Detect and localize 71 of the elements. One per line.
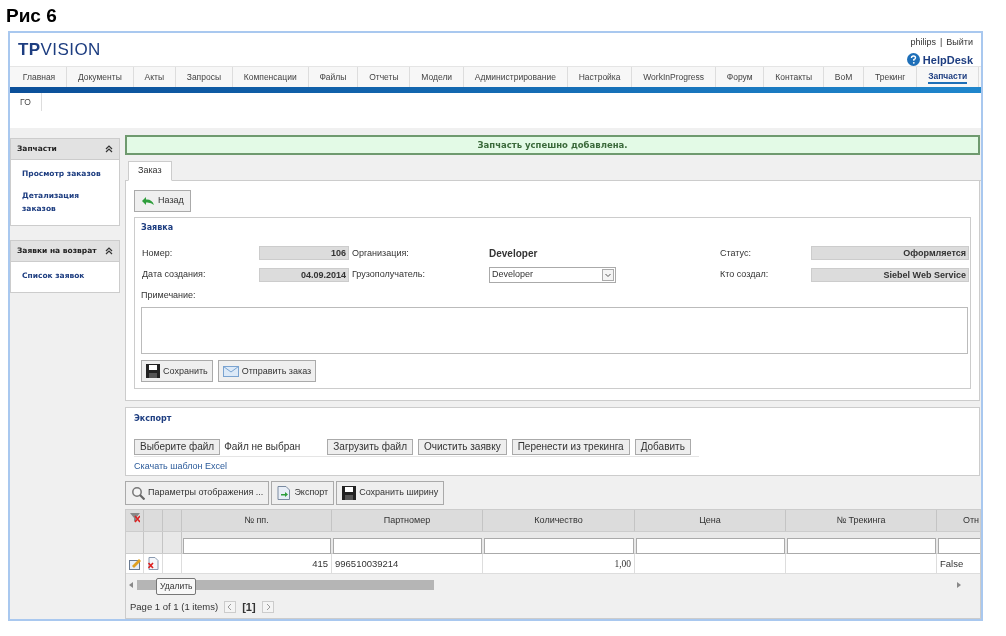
- logout-link[interactable]: Выйти: [946, 36, 973, 50]
- readonly-field: Siebel Web Service: [811, 268, 969, 282]
- field-label: Грузополучатель:: [351, 268, 426, 282]
- action-button[interactable]: Очистить заявку: [417, 439, 507, 455]
- consignee-select[interactable]: Developer: [489, 267, 616, 283]
- delete-icon[interactable]: [147, 557, 159, 570]
- success-message: Запчасть успешно добавлена.: [125, 135, 980, 155]
- help-icon[interactable]: [906, 53, 920, 67]
- choose-file-button[interactable]: Выберите файл: [134, 439, 221, 455]
- table-cell: False: [937, 554, 980, 573]
- helpdesk-link[interactable]: HelpDesk: [922, 51, 973, 68]
- table-cell: 415: [182, 554, 332, 573]
- envelope-icon: [222, 364, 239, 379]
- edit-icon[interactable]: [128, 557, 141, 570]
- search-icon: [131, 486, 145, 500]
- filter-field[interactable]: [183, 538, 331, 554]
- readonly-field: Оформляется: [811, 246, 969, 261]
- separator: |: [940, 36, 943, 49]
- send-button[interactable]: Отправить заказ: [217, 360, 317, 383]
- table-cell: 996510039214: [332, 554, 483, 573]
- section-title: Заявка: [141, 222, 175, 234]
- back-button[interactable]: Назад: [134, 190, 191, 212]
- tab[interactable]: Заказ: [128, 161, 172, 181]
- next-page-icon[interactable]: [261, 601, 274, 613]
- document-arrow-icon: [277, 486, 292, 500]
- dropdown-icon: [602, 269, 614, 281]
- section-title: Экспорт: [134, 413, 173, 425]
- scrollbar-thumb[interactable]: [137, 580, 434, 590]
- field-label: Примечание:: [141, 289, 197, 302]
- column-header[interactable]: № Трекинга: [786, 510, 937, 531]
- field-label: Статус:: [719, 246, 752, 260]
- action-button[interactable]: Загрузить файл: [327, 439, 413, 455]
- field-label: Дата создания:: [141, 268, 207, 282]
- column-header[interactable]: № пп.: [182, 510, 332, 531]
- back-arrow-icon: [141, 196, 155, 206]
- download-template-link[interactable]: Скачать шаблон Excel: [134, 460, 228, 474]
- filter-field[interactable]: [484, 538, 634, 554]
- scroll-right-icon[interactable]: [957, 582, 961, 588]
- field-label: Номер:: [141, 246, 174, 260]
- column-header[interactable]: Количество: [483, 510, 635, 531]
- filter-field[interactable]: [333, 538, 482, 554]
- note-field[interactable]: [141, 307, 968, 355]
- collapse-icon[interactable]: [105, 247, 113, 255]
- file-status: Файл не выбран: [224, 440, 301, 455]
- field-label: Организация:: [351, 246, 410, 260]
- toolbar-button[interactable]: Сохранить ширину: [336, 481, 445, 505]
- save-button[interactable]: Сохранить: [141, 360, 213, 383]
- logo: TPVISION: [18, 39, 101, 61]
- action-button[interactable]: Добавить: [634, 439, 691, 455]
- subnav-tab[interactable]: ГО: [10, 93, 42, 112]
- scroll-left-icon[interactable]: [129, 582, 133, 588]
- toolbar-button[interactable]: Экспорт: [271, 481, 335, 505]
- previous-page-icon[interactable]: [224, 601, 237, 613]
- clear-filter-icon[interactable]: [129, 513, 140, 523]
- field-label: Кто создал:: [719, 268, 770, 282]
- pager-summary: Page 1 of 1 (1 items): [130, 599, 219, 614]
- filter-field[interactable]: [787, 538, 936, 554]
- toolbar-button[interactable]: Параметры отображения ...: [125, 481, 270, 505]
- field-value: Developer: [489, 247, 539, 261]
- readonly-field: 106: [259, 246, 349, 261]
- column-header[interactable]: Партномер: [332, 510, 483, 531]
- filter-field[interactable]: [636, 538, 785, 554]
- figure-caption: Рис 6: [6, 5, 57, 26]
- collapse-icon[interactable]: [105, 145, 113, 153]
- action-button[interactable]: Перенести из трекинга: [511, 439, 630, 455]
- column-header[interactable]: Отн: [937, 510, 980, 531]
- user-name: philips: [910, 36, 936, 49]
- page-link[interactable]: [1]: [242, 598, 256, 616]
- table-cell: 1,00: [483, 554, 635, 573]
- column-header[interactable]: Цена: [635, 510, 786, 531]
- readonly-field: 04.09.2014: [259, 268, 349, 282]
